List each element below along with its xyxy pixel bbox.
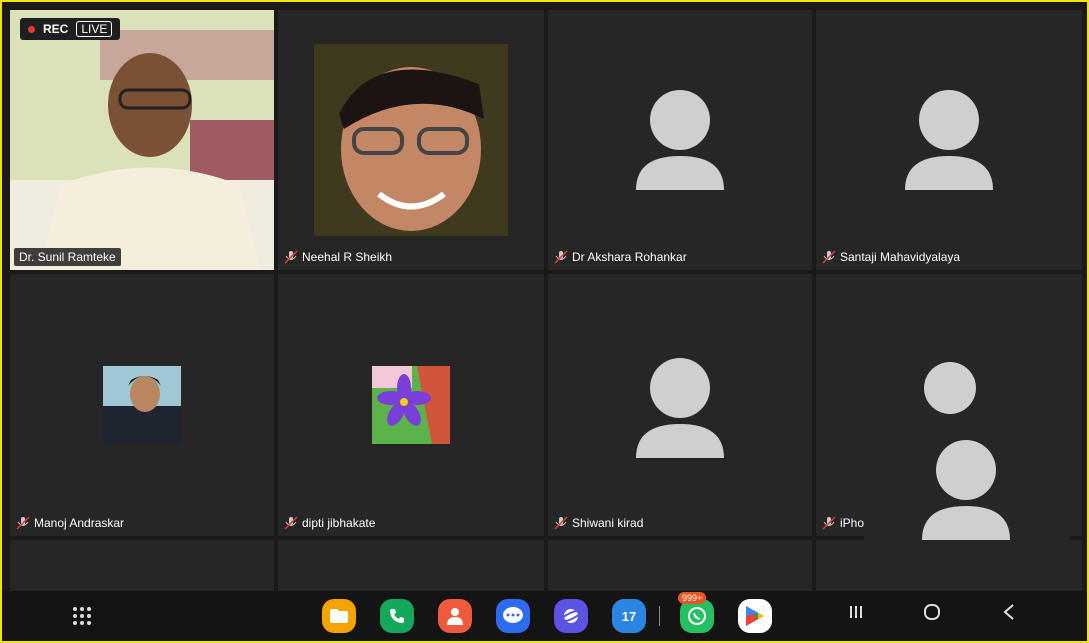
default-avatar-icon [905, 90, 993, 190]
participant-name: iPho [822, 516, 864, 530]
calendar-app-icon[interactable]: 17 [612, 599, 646, 633]
handset-icon [390, 609, 404, 623]
participant-tile-dipti[interactable]: dipti jibhakate [278, 274, 544, 536]
default-avatar-icon [924, 362, 976, 414]
participant-tile-neehal[interactable]: Neehal R Sheikh [278, 10, 544, 270]
mic-muted-icon [16, 516, 30, 530]
profile-photo [103, 366, 181, 444]
mic-muted-icon [822, 516, 836, 530]
participant-name: Neehal R Sheikh [284, 250, 392, 264]
mic-muted-icon [554, 250, 568, 264]
participant-name: Dr. Sunil Ramteke [14, 248, 121, 266]
phone-app-icon[interactable] [380, 599, 414, 633]
contacts-app-icon[interactable] [438, 599, 472, 633]
participant-name: Dr Akshara Rohankar [554, 250, 687, 264]
person-icon [447, 608, 463, 625]
taskbar-divider [659, 606, 660, 626]
play-store-app-icon[interactable] [738, 599, 772, 633]
live-badge: LIVE [76, 21, 113, 37]
android-taskbar: 17 999+ [2, 591, 1087, 641]
participant-tile-santaji[interactable]: Santaji Mahavidyalaya [816, 10, 1082, 270]
participant-tile-akshara[interactable]: Dr Akshara Rohankar [548, 10, 812, 270]
default-avatar-icon [636, 358, 724, 458]
play-triangle-icon [746, 606, 764, 626]
back-chevron-icon [1003, 604, 1014, 620]
participant-tile-manoj[interactable]: Manoj Andraskar [10, 274, 274, 536]
mic-muted-icon [284, 250, 298, 264]
mic-muted-icon [284, 516, 298, 530]
home-button[interactable] [923, 603, 941, 627]
default-avatar-icon [636, 90, 724, 190]
participant-tile-shiwani[interactable]: Shiwani kirad [548, 274, 812, 536]
rec-label: REC [43, 22, 69, 36]
home-icon [924, 604, 940, 620]
files-app-icon[interactable] [322, 599, 356, 633]
rec-dot-icon [28, 25, 35, 33]
whatsapp-app-icon[interactable]: 999+ [678, 592, 714, 633]
notification-badge: 999+ [678, 592, 707, 604]
chat-bubble-icon [503, 607, 523, 623]
profile-photo [372, 366, 450, 444]
whatsapp-icon [688, 607, 706, 625]
recording-indicator: REC LIVE [20, 18, 121, 40]
meeting-window: REC LIVE Dr. Sunil Ramteke Neehal R Shei… [0, 0, 1089, 643]
video-feed [10, 10, 274, 270]
mic-muted-icon [822, 250, 836, 264]
planet-icon [561, 609, 581, 623]
messages-app-icon[interactable] [496, 599, 530, 633]
participant-name: dipti jibhakate [284, 516, 375, 530]
participant-name: Manoj Andraskar [16, 516, 124, 530]
default-avatar-icon [922, 440, 1010, 540]
folder-icon [330, 609, 348, 623]
participant-name: Shiwani kirad [554, 516, 643, 530]
recents-icon [850, 606, 862, 618]
internet-app-icon[interactable] [554, 599, 588, 633]
participant-tile-sunil[interactable]: REC LIVE Dr. Sunil Ramteke [10, 10, 274, 270]
participant-name: Santaji Mahavidyalaya [822, 250, 960, 264]
app-drawer-icon[interactable] [72, 606, 92, 626]
calendar-date: 17 [621, 608, 637, 624]
recent-apps-button[interactable] [848, 603, 864, 626]
floating-self-view[interactable] [864, 426, 1070, 540]
back-button[interactable] [1002, 603, 1016, 627]
profile-photo [314, 44, 508, 236]
mic-muted-icon [554, 516, 568, 530]
